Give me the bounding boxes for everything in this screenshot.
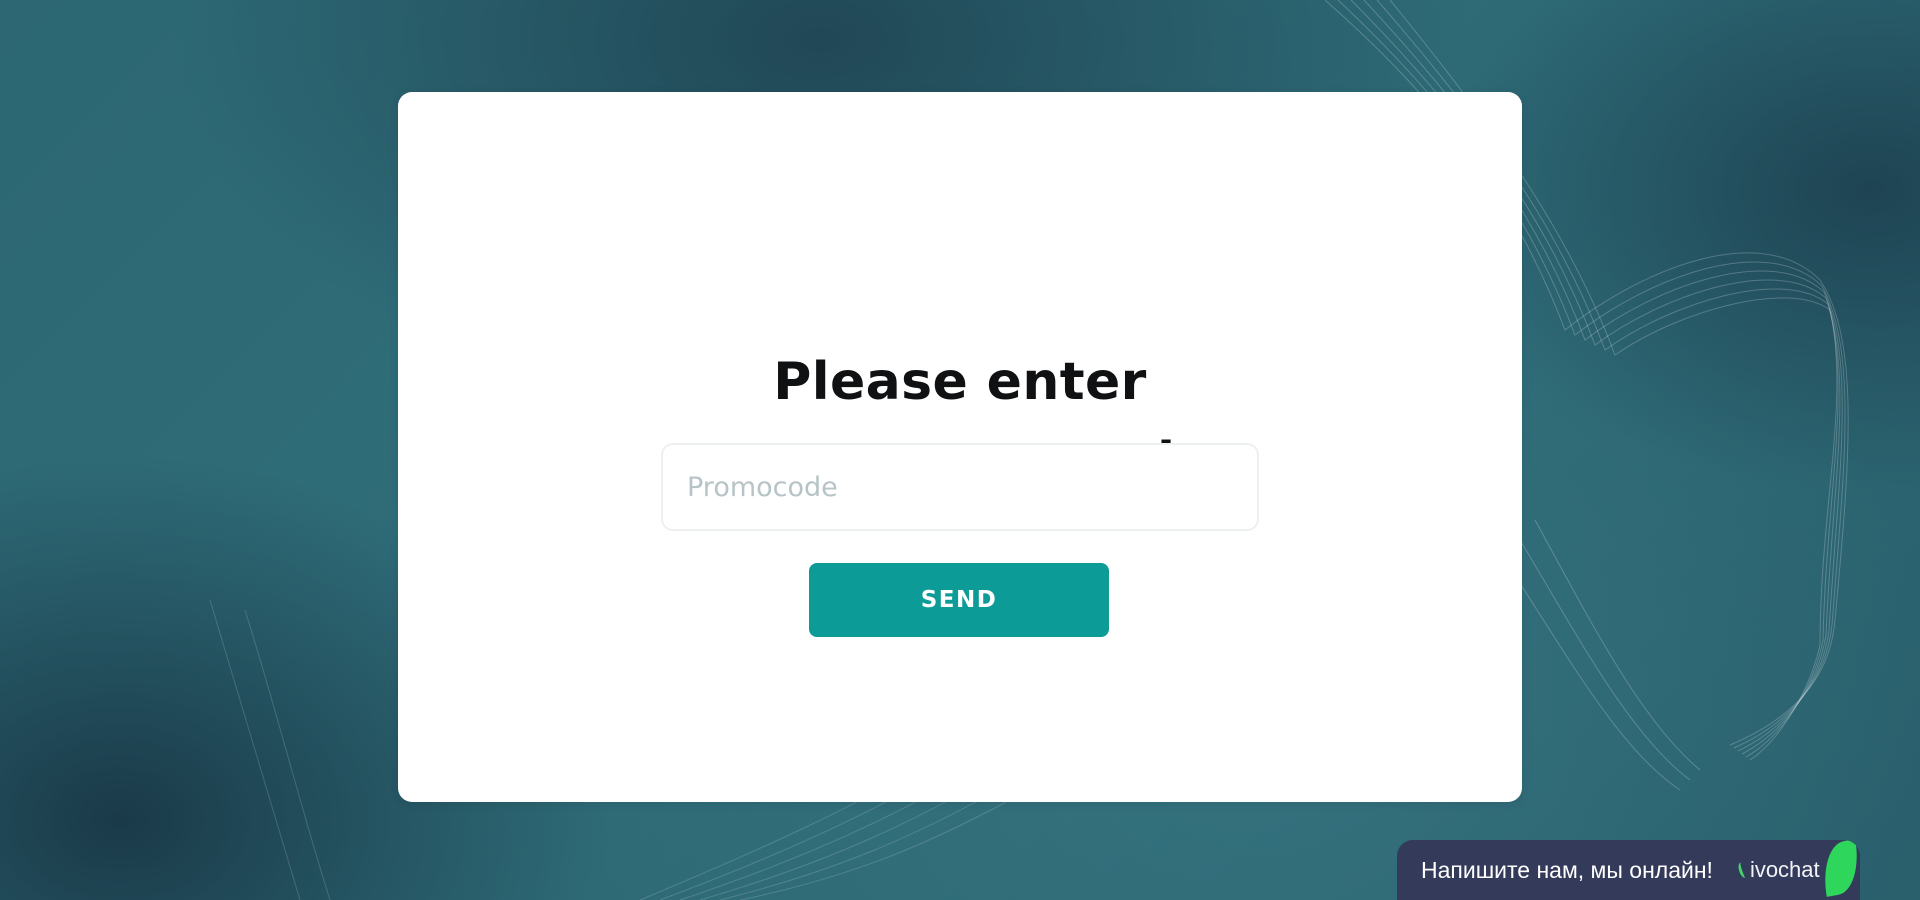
chat-message: Напишите нам, мы онлайн!: [1421, 856, 1713, 883]
promo-card: Please enter your promo code SEND: [398, 92, 1522, 802]
promo-code-input[interactable]: [661, 443, 1259, 531]
jivochat-mark-icon: [1736, 861, 1750, 879]
leaf-icon: [1817, 840, 1860, 897]
chat-brand: ivochat: [1736, 857, 1820, 883]
chat-brand-label: ivochat: [1749, 857, 1820, 882]
chat-widget[interactable]: Напишите нам, мы онлайн! ivochat: [1397, 840, 1860, 900]
send-button[interactable]: SEND: [809, 563, 1109, 637]
page-title-line-1: Please enter: [773, 352, 1147, 412]
